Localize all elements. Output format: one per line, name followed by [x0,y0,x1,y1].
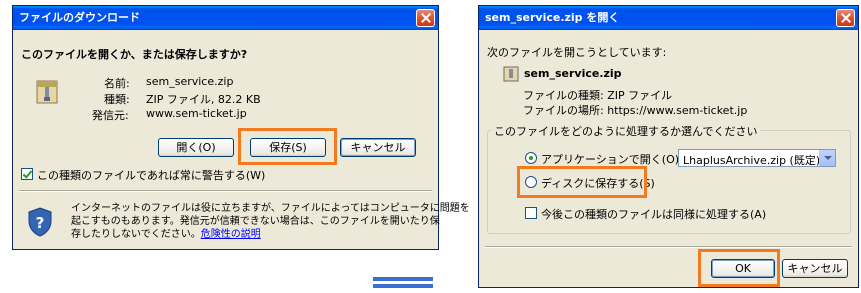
save-to-disk-highlight [517,166,647,198]
from-label: 発信元: [92,109,129,122]
separator [485,246,852,248]
download-question: このファイルを開くか、または保存しますか? [21,48,248,61]
app-select-value: LhaplusArchive.zip (既定) [683,154,821,167]
from-value: www.sem-ticket.jp [146,107,247,120]
filename: sem_service.zip [524,67,622,80]
open-file-dialog: sem_service.zip を開く 次のファイルを開こうとしています: se… [478,5,859,288]
shield-icon: ? [27,207,53,237]
chevron-down-icon[interactable] [819,150,835,166]
dialog-title: ファイルのダウンロード [19,11,140,24]
titlebar[interactable]: sem_service.zip を開く [479,6,858,30]
separator [19,190,432,192]
open-with-radio[interactable] [525,152,537,164]
open-with-label[interactable]: アプリケーションで開く(O): [541,151,683,167]
file-download-dialog: ファイルのダウンロード このファイルを開くか、または保存しますか? 名前: se… [12,5,470,250]
opening-label: 次のファイルを開こうとしています: [487,46,667,59]
name-value: sem_service.zip [146,75,234,88]
save-highlight [238,128,337,165]
warning-line-3: 存したりしないでください。危険性の説明 [71,225,261,240]
warning-line-3-text: 存したりしないでください。 [71,229,201,240]
cancel-button[interactable]: キャンセル [340,138,416,157]
zip-file-icon [503,66,519,82]
file-type: ファイルの種類: ZIP ファイル [523,89,673,102]
do-this-auto-label[interactable]: 今後この種類のファイルは同様に処理する(A) [541,206,766,222]
group-label: このファイルをどのように処理するか選んでください [491,123,761,139]
close-button[interactable] [836,9,855,27]
open-button[interactable]: 開く(O) [158,138,234,157]
always-ask-checkbox[interactable] [21,168,33,180]
transition-arrow [373,277,433,289]
risk-link[interactable]: 危険性の説明 [201,229,261,240]
close-button[interactable] [416,9,435,27]
type-value: ZIP ファイル, 82.2 KB [146,93,261,106]
svg-text:?: ? [36,214,45,232]
ok-highlight [698,249,780,287]
type-label: 種類: [104,93,130,106]
file-location: ファイルの場所: https://www.sem-ticket.jp [523,104,748,117]
zip-file-icon [35,78,59,106]
cancel-button[interactable]: キャンセル [782,259,848,278]
always-ask-label[interactable]: この種類のファイルであれば常に警告する(W) [37,167,265,183]
do-this-auto-checkbox[interactable] [525,207,537,219]
name-label: 名前: [104,77,130,90]
dialog-title: sem_service.zip を開く [485,11,620,24]
app-select[interactable]: LhaplusArchive.zip (既定) [678,149,836,167]
titlebar[interactable]: ファイルのダウンロード [13,6,438,30]
